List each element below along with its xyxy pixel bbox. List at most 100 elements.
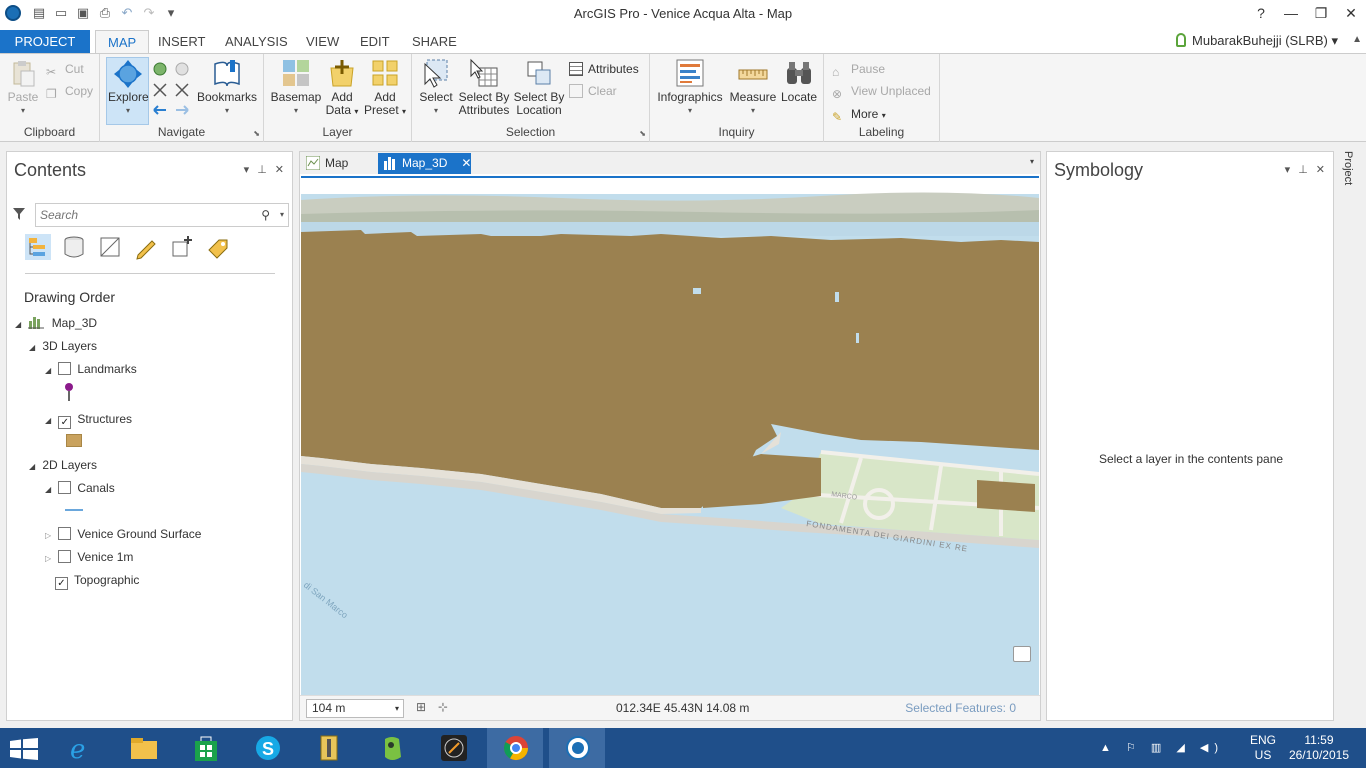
attributes-button[interactable]: Attributes bbox=[569, 62, 639, 76]
map-tab-map[interactable]: Map bbox=[301, 153, 373, 174]
canals-checkbox[interactable] bbox=[58, 481, 72, 494]
expand-triangle-icon[interactable]: ◢ bbox=[45, 363, 55, 379]
taskbar-archive[interactable] bbox=[301, 728, 357, 768]
list-by-labeling-icon[interactable] bbox=[205, 234, 231, 260]
collapse-ribbon-icon[interactable]: ▲ bbox=[1352, 34, 1362, 45]
input-language[interactable]: ENG US bbox=[1250, 733, 1276, 763]
maximize-button[interactable]: ❐ bbox=[1306, 0, 1336, 26]
taskbar-file-explorer[interactable] bbox=[115, 728, 171, 768]
taskbar-compass-app[interactable] bbox=[425, 728, 481, 768]
copy-button[interactable]: ❐ Copy bbox=[46, 84, 93, 101]
cut-button[interactable]: ✂ Cut bbox=[46, 62, 84, 79]
map-3d-canvas[interactable]: FONDAMENTA DEI GIARDINI EX RE MARCO di S… bbox=[301, 176, 1039, 696]
locate-button[interactable]: Locate bbox=[778, 58, 820, 104]
pane-close-icon[interactable]: ✕ bbox=[1316, 163, 1325, 176]
taskbar-chrome[interactable] bbox=[487, 728, 543, 768]
infographics-button[interactable]: Infographics ▾ bbox=[656, 58, 724, 117]
tab-map[interactable]: MAP bbox=[95, 30, 150, 53]
tabs-overflow-icon[interactable]: ▾ bbox=[1030, 157, 1034, 166]
basemap-button[interactable]: Basemap ▾ bbox=[270, 58, 322, 117]
ground-surface-checkbox[interactable] bbox=[58, 527, 72, 540]
topographic-checkbox[interactable]: ✓ bbox=[55, 577, 68, 590]
tree-topographic[interactable]: ✓ Topographic bbox=[55, 572, 139, 590]
project-side-tab[interactable]: Project bbox=[1338, 151, 1358, 191]
tab-insert[interactable]: INSERT bbox=[146, 30, 217, 53]
tree-structures[interactable]: ◢ ✓ Structures bbox=[45, 411, 132, 429]
minimize-button[interactable]: — bbox=[1276, 0, 1306, 26]
attribute-table-icon[interactable] bbox=[1013, 646, 1031, 662]
tree-map-3d[interactable]: ◢ Map_3D bbox=[15, 315, 97, 331]
more-labeling-button[interactable]: ✎ More ▾ bbox=[832, 107, 886, 124]
tray-icons[interactable]: ▲ ⚐ ▥ ◢ ◀) bbox=[1100, 741, 1224, 754]
venice-1m-checkbox[interactable] bbox=[58, 550, 72, 563]
search-icon[interactable]: ⚲ bbox=[261, 208, 270, 222]
tab-view[interactable]: VIEW bbox=[294, 30, 351, 53]
clear-selection-button[interactable]: Clear bbox=[569, 84, 617, 98]
tab-analysis[interactable]: ANALYSIS bbox=[213, 30, 300, 53]
contents-title: Contents bbox=[14, 160, 87, 180]
list-by-snapping-icon[interactable] bbox=[169, 234, 195, 260]
selected-features-count[interactable]: Selected Features: 0 bbox=[905, 701, 1016, 715]
tab-edit[interactable]: EDIT bbox=[348, 30, 402, 53]
tree-venice-ground-surface[interactable]: ▷ Venice Ground Surface bbox=[45, 526, 201, 542]
tree-group-2d-layers[interactable]: ◢ 2D Layers bbox=[29, 457, 97, 473]
expand-triangle-icon[interactable]: ◢ bbox=[45, 413, 55, 429]
tree-group-3d-layers[interactable]: ◢ 3D Layers bbox=[29, 338, 97, 354]
measure-button[interactable]: Measure ▾ bbox=[728, 58, 778, 117]
select-button[interactable]: Select ▾ bbox=[416, 58, 456, 117]
tree-venice-1m[interactable]: ▷ Venice 1m bbox=[45, 549, 133, 565]
taskbar-internet-explorer[interactable]: e bbox=[52, 728, 108, 768]
close-button[interactable]: ✕ bbox=[1336, 0, 1366, 26]
taskbar-arcgis-pro[interactable] bbox=[549, 728, 605, 768]
navigator-icon[interactable]: ⊹ bbox=[438, 700, 448, 714]
list-by-editing-icon[interactable] bbox=[133, 234, 159, 260]
list-by-selection-icon[interactable] bbox=[97, 234, 123, 260]
add-data-button[interactable]: Add Data ▾ bbox=[322, 58, 362, 118]
pin-icon[interactable]: ⊥ bbox=[1298, 163, 1308, 176]
structures-checkbox[interactable]: ✓ bbox=[58, 416, 72, 429]
taskbar-evernote[interactable] bbox=[363, 728, 419, 768]
navigate-launcher-icon[interactable]: ⬊ bbox=[253, 129, 260, 138]
expand-triangle-icon[interactable]: ◢ bbox=[29, 459, 39, 475]
windows-start-icon[interactable] bbox=[10, 738, 38, 760]
pause-labeling-button[interactable]: ⌂ Pause bbox=[832, 62, 885, 79]
taskbar-store[interactable] bbox=[177, 728, 233, 768]
filter-icon[interactable] bbox=[13, 208, 25, 220]
tab-share[interactable]: SHARE bbox=[400, 30, 469, 53]
pin-icon[interactable]: ⊥ bbox=[257, 163, 267, 176]
expand-triangle-icon[interactable]: ◢ bbox=[15, 317, 25, 333]
selection-launcher-icon[interactable]: ⬊ bbox=[639, 129, 646, 138]
pane-menu-icon[interactable]: ▾ bbox=[1285, 163, 1291, 176]
select-by-location-button[interactable]: Select By Location bbox=[512, 58, 566, 117]
navigate-small-tools-icon[interactable] bbox=[152, 60, 198, 118]
expand-triangle-icon[interactable]: ◢ bbox=[45, 482, 55, 498]
bookmarks-button[interactable]: Bookmarks ▾ bbox=[196, 58, 258, 117]
grid-snapping-icon[interactable]: ⊞ bbox=[416, 700, 426, 714]
add-preset-button[interactable]: Add Preset ▾ bbox=[362, 58, 408, 118]
taskbar-skype[interactable]: S bbox=[239, 728, 295, 768]
select-by-attributes-button[interactable]: Select By Attributes bbox=[456, 58, 512, 117]
map-tab-map-3d[interactable]: Map_3D ✕ bbox=[378, 153, 471, 174]
expand-triangle-icon[interactable]: ◢ bbox=[29, 340, 39, 356]
pane-menu-icon[interactable]: ▾ bbox=[244, 163, 250, 176]
paste-button[interactable]: Paste ▾ bbox=[6, 58, 40, 117]
collapsed-triangle-icon[interactable]: ▷ bbox=[45, 528, 55, 544]
list-by-data-source-icon[interactable] bbox=[61, 234, 87, 260]
collapsed-triangle-icon[interactable]: ▷ bbox=[45, 551, 55, 567]
tree-canals[interactable]: ◢ Canals bbox=[45, 480, 115, 496]
search-dropdown-icon[interactable]: ▾ bbox=[280, 210, 284, 219]
tab-project[interactable]: PROJECT bbox=[0, 30, 90, 53]
pane-close-icon[interactable]: ✕ bbox=[275, 163, 284, 176]
signed-in-user[interactable]: MubarakBuhejji (SLRB) ▾ bbox=[1176, 33, 1338, 49]
explore-button[interactable]: Explore ▾ bbox=[108, 58, 149, 117]
list-by-drawing-order-icon[interactable] bbox=[25, 234, 51, 260]
view-unplaced-button[interactable]: ⊗ View Unplaced bbox=[832, 84, 931, 101]
contents-search-input[interactable] bbox=[36, 204, 246, 226]
compass-icon bbox=[441, 735, 467, 761]
help-button[interactable]: ? bbox=[1246, 0, 1276, 26]
landmarks-checkbox[interactable] bbox=[58, 362, 72, 375]
close-tab-icon[interactable]: ✕ bbox=[461, 156, 471, 170]
scale-selector[interactable]: 104 m ▾ bbox=[306, 699, 404, 718]
system-clock[interactable]: 11:59 26/10/2015 bbox=[1289, 733, 1349, 763]
tree-landmarks[interactable]: ◢ Landmarks bbox=[45, 361, 137, 377]
